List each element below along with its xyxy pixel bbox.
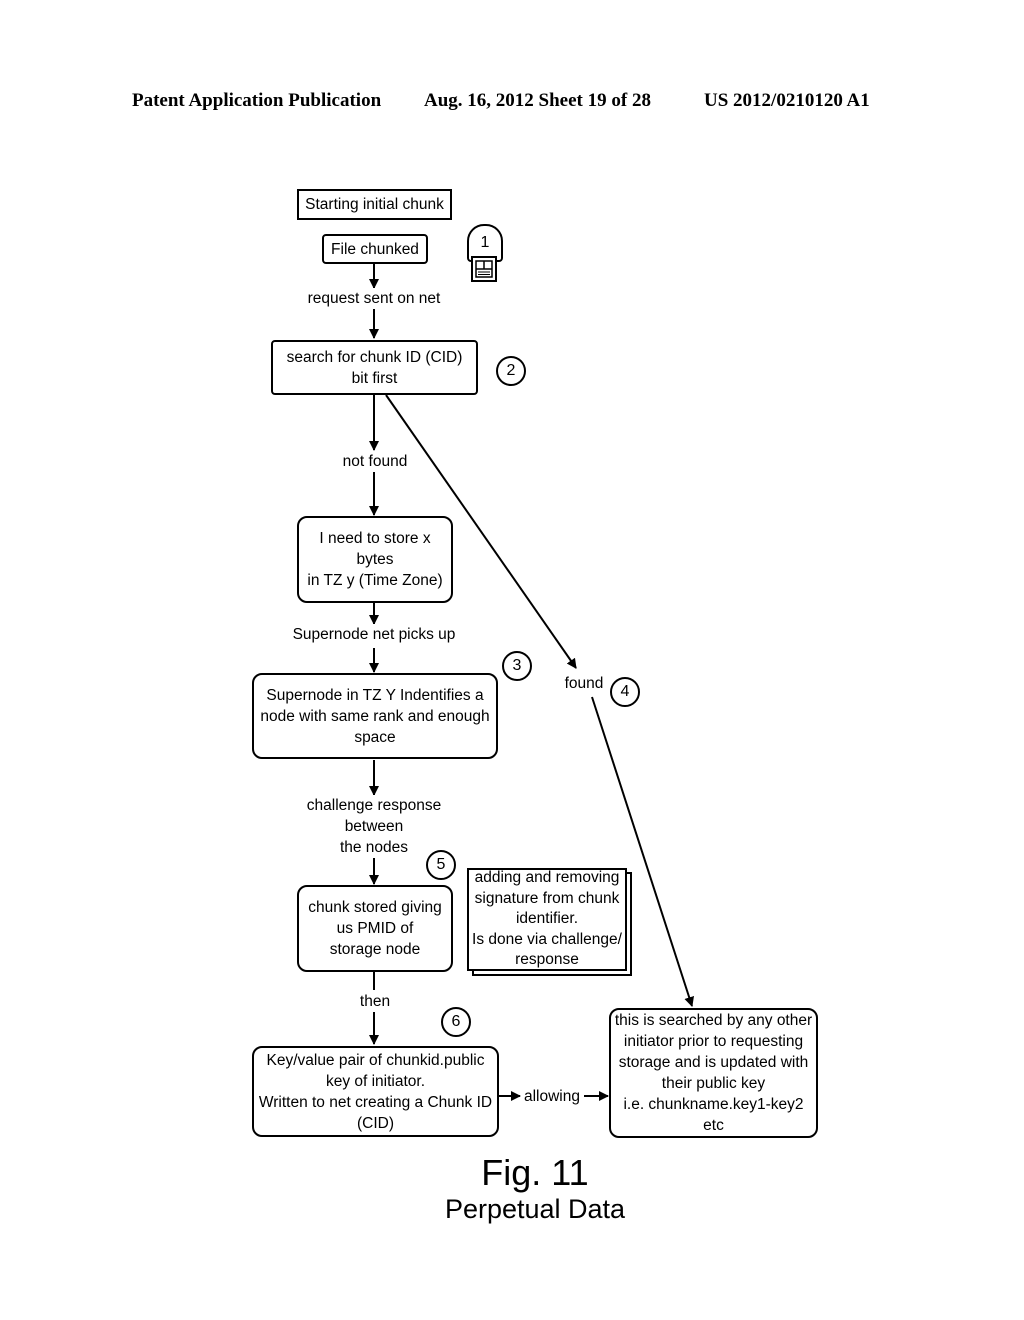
node-supernode-identifies: Supernode in TZ Y Indentifies a node wit…	[252, 673, 498, 759]
figure-title: Perpetual Data	[444, 1194, 626, 1224]
figure-number: Fig. 11	[481, 1152, 589, 1193]
node-need-to-store: I need to store x bytes in TZ y (Time Zo…	[297, 516, 453, 603]
node-starting-initial-chunk: Starting initial chunk	[297, 189, 452, 220]
label-allowing: allowing	[521, 1086, 583, 1107]
step-6-marker: 6	[441, 1007, 471, 1037]
step-5-marker: 5	[426, 850, 456, 880]
step-2-marker: 2	[496, 356, 526, 386]
step-4-marker: 4	[610, 677, 640, 707]
node-key-value-pair: Key/value pair of chunkid.public key of …	[252, 1046, 499, 1137]
document-terminal-icon	[471, 256, 497, 282]
label-found: found	[564, 675, 604, 692]
note-signature-challenge: adding and removing signature from chunk…	[467, 868, 627, 971]
step-1-marker: 1	[467, 224, 503, 284]
node-searched-by-other-initiator: this is searched by any other initiator …	[609, 1008, 818, 1138]
node-file-chunked: File chunked	[322, 234, 428, 264]
step-3-marker: 3	[502, 651, 532, 681]
node-chunk-stored: chunk stored giving us PMID of storage n…	[297, 885, 453, 972]
label-supernode-picks-up: Supernode net picks up	[285, 624, 463, 645]
node-search-chunk-id: search for chunk ID (CID) bit first	[271, 340, 478, 395]
label-request-sent: request sent on net	[300, 288, 448, 309]
label-then: then	[350, 991, 400, 1012]
label-challenge-response: challenge response between the nodes	[294, 795, 454, 858]
label-not-found: not found	[330, 451, 420, 472]
